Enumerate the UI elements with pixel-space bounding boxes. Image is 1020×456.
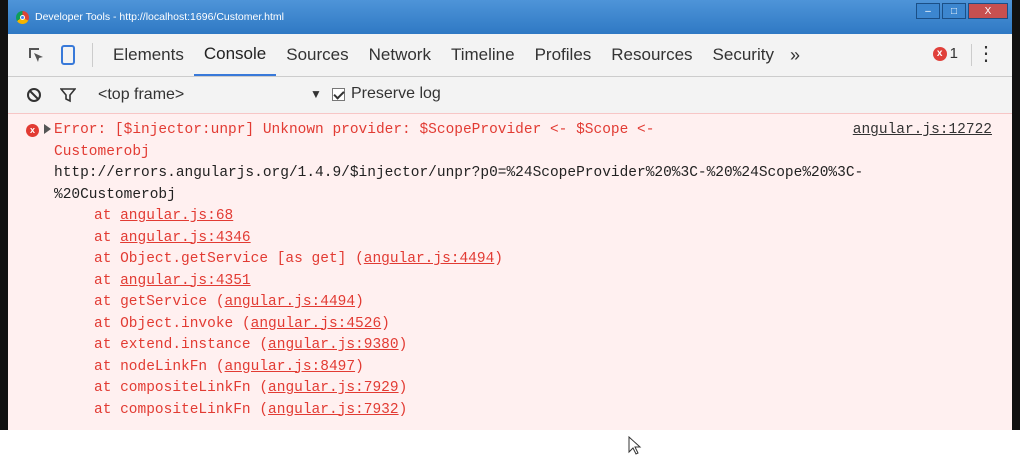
left-border	[0, 0, 8, 430]
tab-resources[interactable]: Resources	[601, 34, 702, 76]
stack-function: extend.instance	[120, 337, 260, 353]
stack-frame: at Object.invoke (angular.js:4526)	[94, 315, 390, 332]
error-count: 1	[949, 45, 958, 62]
inspect-element-icon[interactable]	[24, 43, 48, 67]
preserve-log-toggle[interactable]: Preserve log	[332, 85, 441, 103]
stack-source-link[interactable]: angular.js:9380	[268, 337, 399, 353]
preserve-log-label: Preserve log	[351, 85, 441, 102]
devtools-window: Developer Tools - http://localhost:1696/…	[8, 0, 1012, 455]
stack-source-link[interactable]: angular.js:4494	[364, 251, 495, 267]
window-title: Developer Tools - http://localhost:1696/…	[35, 11, 285, 23]
stack-source-link[interactable]: angular.js:4346	[120, 230, 251, 246]
stack-at: at	[94, 251, 121, 267]
frame-selector[interactable]: <top frame>	[98, 86, 184, 104]
device-mode-icon[interactable]	[56, 43, 80, 67]
expand-triangle-icon[interactable]	[44, 124, 51, 134]
tab-security[interactable]: Security	[703, 34, 784, 76]
toolbar-divider	[92, 43, 93, 67]
error-icon: x	[26, 124, 39, 137]
right-border	[1012, 0, 1020, 430]
window-controls: – □ X	[916, 3, 1008, 19]
title-bar[interactable]: Developer Tools - http://localhost:1696/…	[8, 0, 1012, 34]
console-filter-bar: <top frame> ▼ Preserve log	[8, 77, 1012, 114]
stack-function: Object.getService [as get]	[120, 251, 356, 267]
stack-frame: at extend.instance (angular.js:9380)	[94, 337, 408, 353]
stack-at: at	[94, 401, 121, 418]
console-output[interactable]: x angular.js:12722 Error: [$injector:unp…	[8, 113, 1012, 455]
stack-frame: at angular.js:4351	[94, 271, 1012, 293]
mouse-cursor-icon	[628, 436, 642, 455]
maximize-button[interactable]: □	[942, 3, 966, 19]
stack-function: nodeLinkFn	[120, 358, 216, 375]
stack-at: at	[94, 337, 121, 353]
stack-frame: at compositeLinkFn (angular.js:7932)	[94, 401, 408, 418]
chrome-icon	[16, 10, 29, 24]
stack-at: at	[94, 229, 121, 246]
stack-frame: at getService (angular.js:4494)	[94, 294, 364, 310]
stack-frame: at compositeLinkFn (angular.js:7929)	[94, 380, 408, 396]
minimize-button[interactable]: –	[916, 3, 940, 19]
more-tabs-button[interactable]: »	[790, 45, 800, 66]
stack-at: at	[94, 294, 121, 310]
error-url[interactable]: http://errors.angularjs.org/1.4.9/$injec…	[54, 163, 1012, 185]
stack-function: getService	[120, 294, 216, 310]
devtools-toolbar: Elements Console Sources Network Timeline Pro…	[8, 34, 1012, 77]
stack-frame: at Object.getService [as get] (angular.j…	[94, 251, 503, 267]
error-url-continued[interactable]: %20Customerobj	[54, 185, 1012, 207]
frame-dropdown-arrow-icon[interactable]: ▼	[310, 87, 322, 101]
tab-profiles[interactable]: Profiles	[525, 34, 602, 76]
error-counter[interactable]: x 1	[932, 45, 958, 62]
panel-tabs: Elements Console Sources Network Timeline Pro…	[103, 34, 784, 76]
tab-network[interactable]: Network	[359, 34, 441, 76]
stack-frame: at angular.js:68	[94, 206, 1012, 228]
stack-at: at	[94, 380, 121, 396]
stack-at: at	[94, 208, 121, 224]
error-message: x angular.js:12722 Error: [$injector:unp…	[8, 114, 1012, 421]
toolbar-divider	[971, 44, 972, 66]
stack-at: at	[94, 315, 121, 332]
stack-source-link[interactable]: angular.js:4526	[251, 316, 382, 332]
error-headline-continued: Customerobj	[54, 143, 150, 160]
tab-console[interactable]: Console	[193, 34, 277, 76]
error-source-link[interactable]: angular.js:12722	[853, 120, 992, 142]
stack-function: compositeLinkFn	[120, 380, 260, 396]
stack-at: at	[94, 272, 121, 289]
stack-source-link[interactable]: angular.js:68	[120, 208, 233, 224]
close-button[interactable]: X	[968, 3, 1008, 19]
tab-timeline[interactable]: Timeline	[441, 34, 525, 76]
filter-icon[interactable]	[58, 85, 78, 105]
stack-source-link[interactable]: angular.js:7932	[268, 402, 399, 418]
preserve-log-checkbox[interactable]	[332, 87, 345, 101]
stack-source-link[interactable]: angular.js:8497	[225, 359, 356, 375]
stack-frame: at nodeLinkFn (angular.js:8497)	[94, 358, 364, 375]
stack-source-link[interactable]: angular.js:7929	[268, 380, 399, 396]
tab-elements[interactable]: Elements	[103, 34, 194, 76]
stack-function: compositeLinkFn	[120, 401, 260, 418]
stack-source-link[interactable]: angular.js:4351	[120, 273, 251, 289]
customize-menu-icon[interactable]: ⋮	[976, 44, 996, 64]
stack-at: at	[94, 358, 121, 375]
clear-console-icon[interactable]	[24, 85, 44, 105]
stack-frame: at angular.js:4346	[94, 228, 1012, 250]
error-icon: x	[932, 46, 947, 61]
stack-trace: at angular.js:68 at angular.js:4346 at Obj…	[54, 206, 1012, 421]
tab-sources[interactable]: Sources	[276, 34, 358, 76]
stack-source-link[interactable]: angular.js:4494	[225, 294, 356, 310]
stack-function: Object.invoke	[120, 315, 242, 332]
